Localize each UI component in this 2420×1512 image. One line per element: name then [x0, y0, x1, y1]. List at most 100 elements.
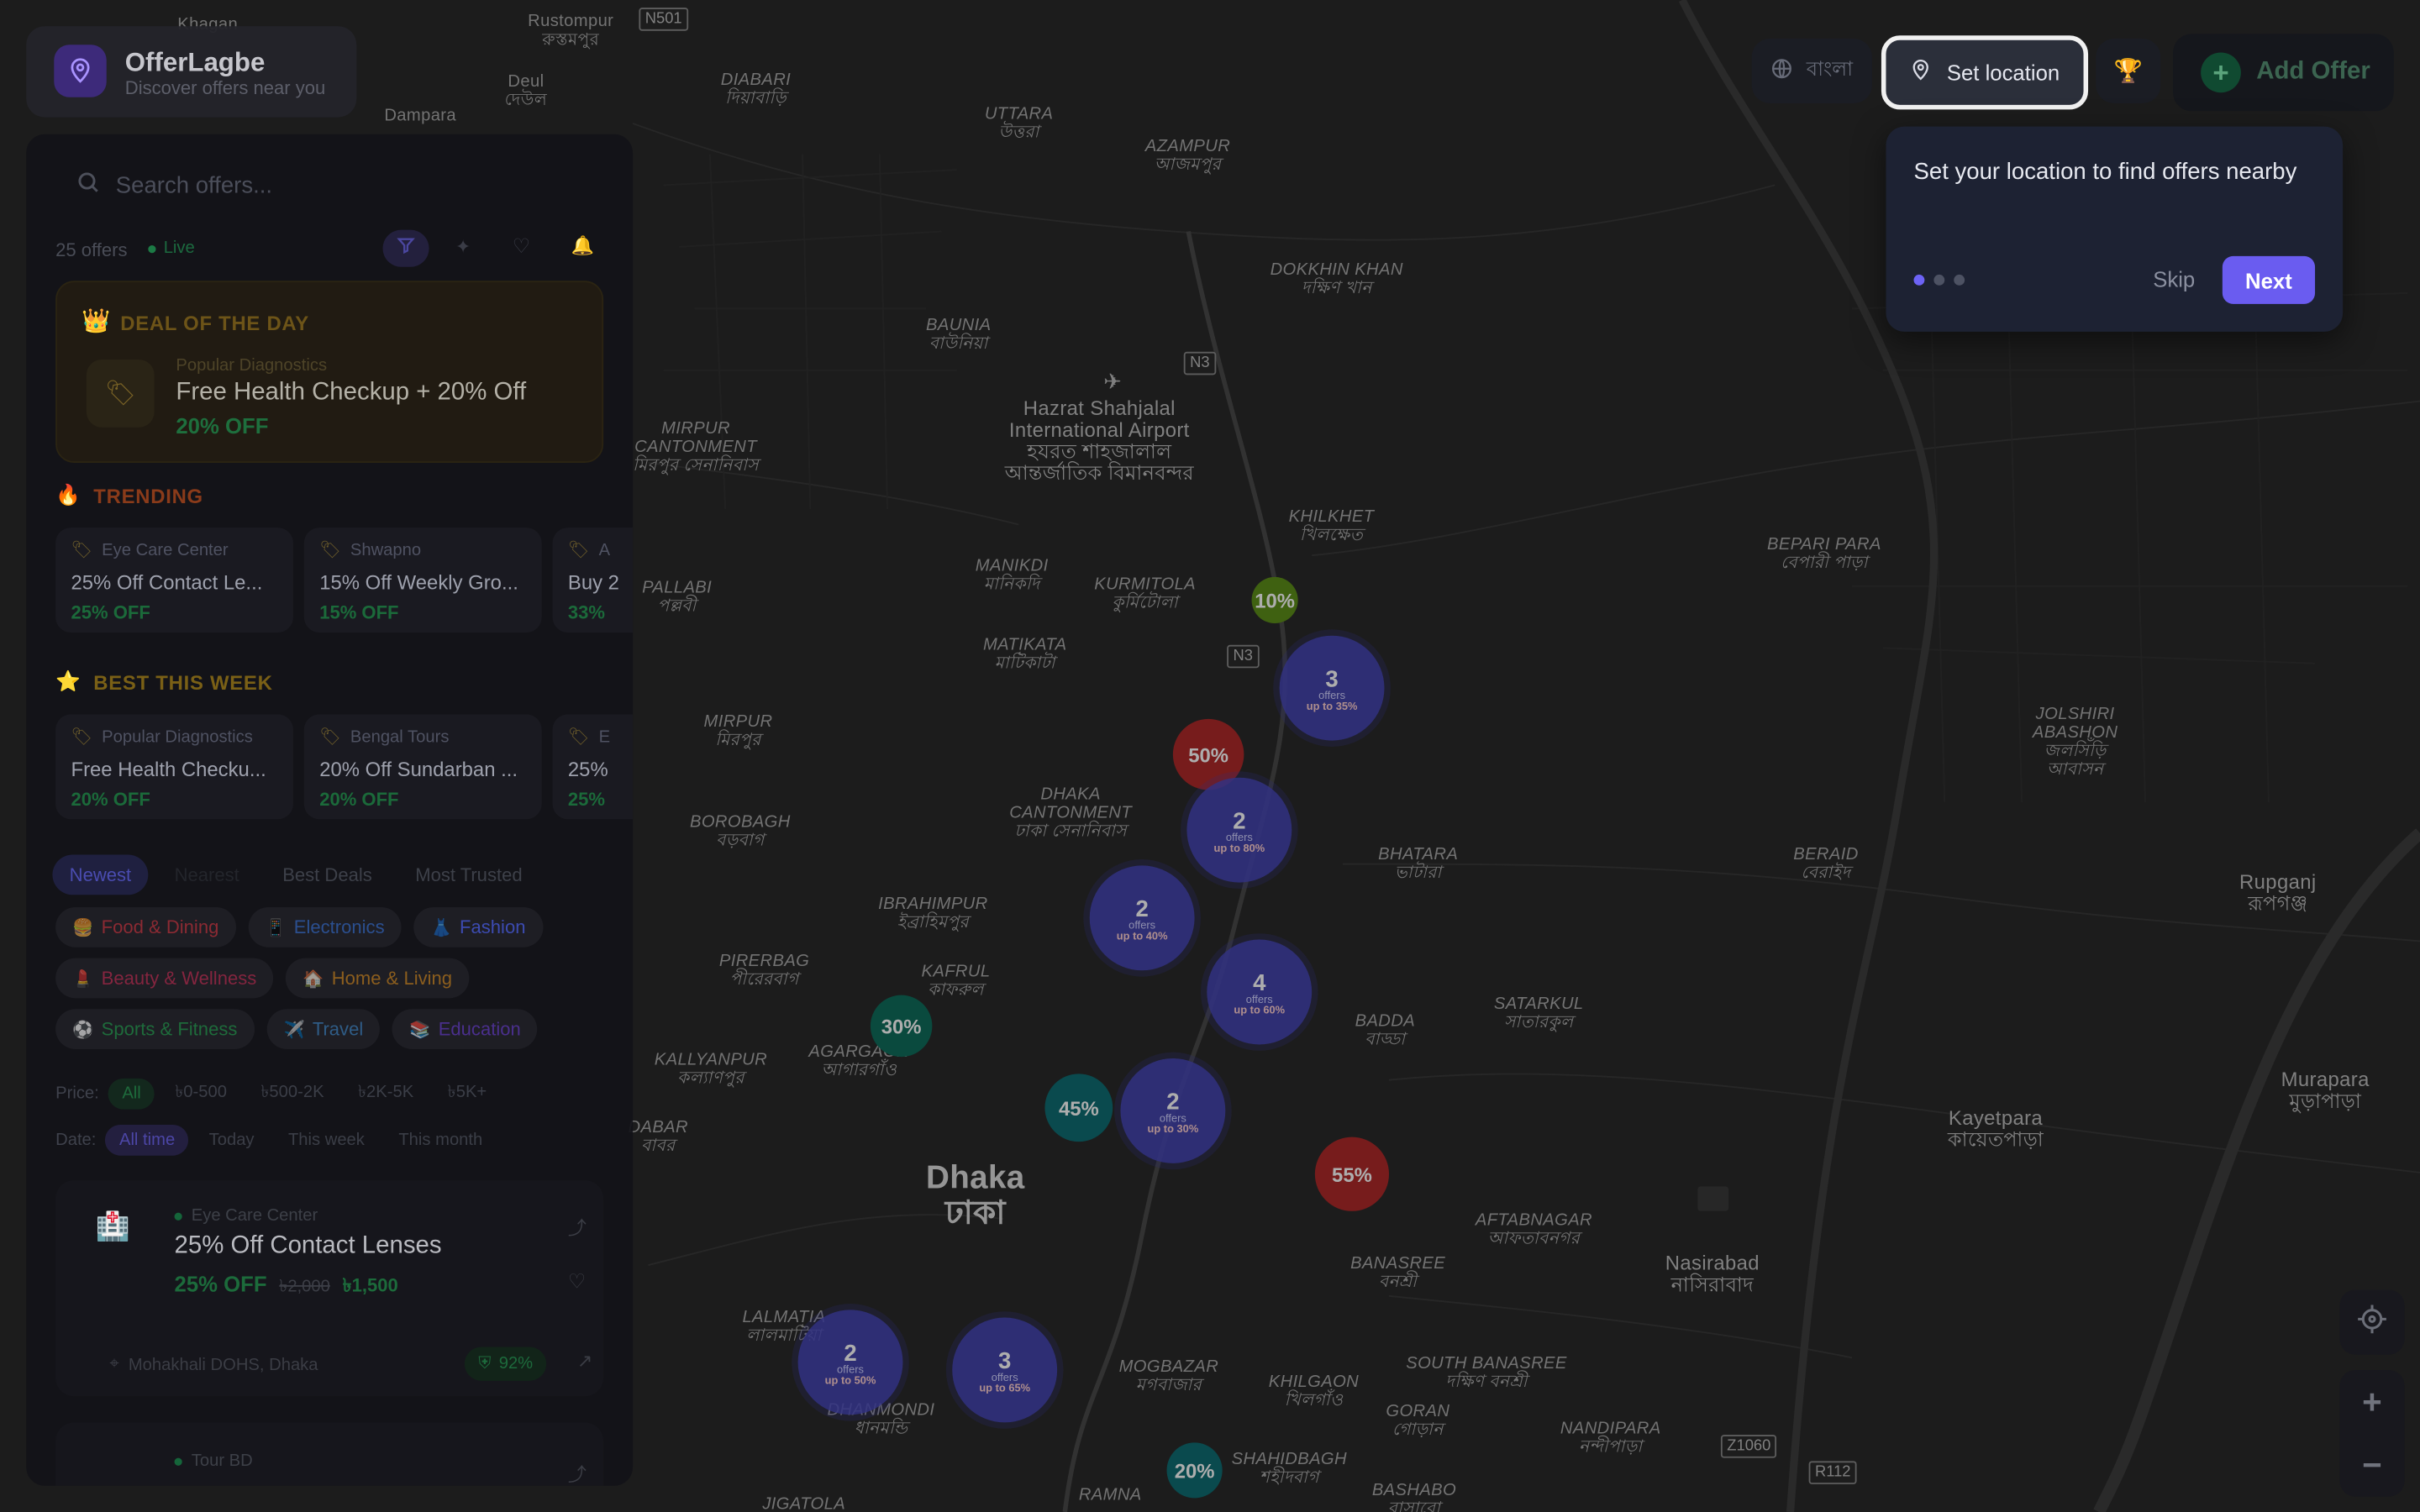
date-option-all-time[interactable]: All time	[105, 1124, 189, 1156]
mini-discount: 25% OFF	[71, 601, 150, 624]
tour-progress-dots	[1913, 274, 1965, 286]
category-chip-electronics[interactable]: 📱 Electronics	[248, 906, 402, 948]
offer-card-2[interactable]: Tour BD ⤴	[55, 1422, 604, 1486]
deal-title: Free Health Checkup + 20% Off	[176, 379, 527, 407]
star-icon: ⭐	[55, 669, 82, 693]
set-location-button[interactable]: Set location	[1881, 35, 2089, 110]
map-pin-icon: ⌖	[109, 1354, 119, 1373]
offer-price-row: 25% OFF ৳2,000 ৳1,500	[175, 1271, 398, 1304]
search-icon	[76, 169, 100, 202]
mini-offer-card[interactable]: 🏷 Eye Care Center 25% Off Contact Le... 25%…	[55, 528, 293, 633]
share-icon[interactable]: ⤴	[568, 1461, 587, 1486]
merchant-row: Eye Care Center	[174, 1206, 318, 1226]
deal-heading: DEAL OF THE DAY	[120, 312, 309, 335]
app-stage: Khagan Rustompur রুস্তমপুর Deul দেউল Dampara D…	[0, 0, 2420, 1512]
fashion-icon: 👗	[430, 918, 452, 937]
category-chip-sports-fitness[interactable]: ⚽ Sports & Fitness	[55, 1009, 255, 1049]
offer-old-price: ৳2,000	[279, 1277, 330, 1296]
sports-fitness-icon: ⚽	[72, 1020, 94, 1040]
mini-merchant-name: E	[598, 727, 611, 747]
category-chip-food-dining[interactable]: 🍔 Food & Dining	[55, 906, 236, 948]
deal-of-the-day-card[interactable]: 👑 DEAL OF THE DAY 🏷 Popular Diagnostics …	[55, 281, 604, 464]
travel-icon: ✈️	[283, 1020, 305, 1040]
price-option-all[interactable]: All	[108, 1077, 155, 1109]
verified-dot-icon	[174, 1457, 182, 1465]
category-chip-education[interactable]: 📚 Education	[392, 1009, 538, 1049]
heart-icon[interactable]: ♡	[513, 234, 530, 259]
price-option-1[interactable]: ৳0-500	[161, 1073, 241, 1115]
category-label: Electronics	[293, 916, 385, 938]
mini-offer-card[interactable]: 🏷 Bengal Tours 20% Off Sundarban ... 20% OF…	[303, 714, 542, 820]
tag-icon: 🏷	[71, 727, 93, 747]
tour-next-button[interactable]: Next	[2222, 255, 2316, 304]
mini-title: 25%	[567, 757, 608, 781]
offer-new-price: ৳1,500	[342, 1274, 398, 1296]
category-chip-fashion[interactable]: 👗 Fashion	[413, 906, 543, 948]
offer-merchant: Eye Care Center	[191, 1206, 318, 1226]
home-living-icon: 🏠	[302, 969, 324, 989]
date-option-this-week[interactable]: This week	[274, 1125, 378, 1156]
category-label: Education	[438, 1018, 521, 1040]
category-chip-home-living[interactable]: 🏠 Home & Living	[286, 958, 470, 999]
zoom-in-button[interactable]: +	[2339, 1370, 2404, 1433]
mini-discount: 15% OFF	[319, 601, 399, 624]
category-chip-beauty-wellness[interactable]: 💄 Beauty & Wellness	[55, 958, 274, 999]
mini-offer-card[interactable]: 🏷 E 25% 25%	[552, 714, 634, 820]
mini-merchant-name: Popular Diagnostics	[102, 727, 253, 747]
app-name: OfferLagbe	[124, 47, 266, 77]
price-option-4[interactable]: ৳5K+	[434, 1073, 501, 1115]
brand-card[interactable]: OfferLagbe Discover offers near you	[26, 26, 357, 118]
best-week-heading: ⭐ BEST THIS WEEK	[55, 669, 272, 694]
leaderboard-button[interactable]: 🏆	[2096, 38, 2161, 104]
set-location-label: Set location	[1946, 60, 2060, 86]
price-option-3[interactable]: ৳2K-5K	[344, 1073, 427, 1115]
bell-icon[interactable]: 🔔	[571, 234, 594, 256]
deal-merchant: Popular Diagnostics	[176, 356, 328, 375]
search-bar[interactable]: Search offers...	[48, 156, 611, 215]
live-label: Live	[163, 239, 195, 258]
mini-title: 20% Off Sundarban ...	[319, 757, 518, 781]
sort-tab-most-trusted[interactable]: Most Trusted	[398, 855, 539, 895]
mini-merchant: 🏷 A	[568, 540, 610, 560]
tour-dot	[1933, 274, 1945, 286]
language-toggle-button[interactable]: বাংলা	[1751, 38, 1872, 104]
offer-discount: 25% OFF	[174, 1271, 267, 1296]
category-chips: 🍔 Food & Dining 📱 Electronics 👗 Fashion 💄 Beaut…	[55, 906, 611, 1049]
mini-discount: 33%	[567, 601, 606, 624]
category-label: Home & Living	[331, 967, 453, 990]
sort-tab-nearest[interactable]: Nearest	[157, 855, 256, 895]
price-filter: Price: All ৳0-500 ৳500-2K ৳2K-5K ৳5K+	[55, 1073, 507, 1115]
sparkle-icon[interactable]: ✦	[455, 236, 471, 258]
price-option-2[interactable]: ৳500-2K	[247, 1073, 338, 1115]
zoom-out-button[interactable]: −	[2339, 1433, 2404, 1496]
category-chip-travel[interactable]: ✈️ Travel	[266, 1009, 381, 1049]
mini-discount: 20% OFF	[71, 788, 150, 811]
add-offer-button[interactable]: + Add Offer	[2173, 34, 2394, 112]
crown-icon: 👑	[82, 308, 111, 335]
mini-offer-card[interactable]: 🏷 A Buy 2 33%	[552, 528, 634, 633]
tour-message: Set your location to find offers nearby	[1913, 159, 2297, 186]
mini-offer-card[interactable]: 🏷 Shwapno 15% Off Weekly Gro... 15% OFF	[303, 528, 542, 633]
mini-merchant: 🏷 Bengal Tours	[319, 727, 449, 747]
external-link-icon[interactable]: ↗	[577, 1350, 592, 1372]
tour-dot	[1954, 274, 1965, 286]
favorite-heart-icon[interactable]: ♡	[568, 1270, 586, 1294]
filter-toggle-button[interactable]	[382, 229, 429, 267]
date-option-this-month[interactable]: This month	[385, 1125, 497, 1156]
trending-heading: 🔥 TRENDING	[55, 483, 203, 507]
mini-offer-card[interactable]: 🏷 Popular Diagnostics Free Health Checku..…	[55, 714, 293, 820]
sort-tab-best-deals[interactable]: Best Deals	[266, 855, 389, 895]
offer-merchant-2: Tour BD	[191, 1452, 253, 1471]
language-label: বাংলা	[1806, 56, 1854, 80]
mini-merchant-name: Bengal Tours	[350, 727, 450, 747]
electronics-icon: 📱	[265, 918, 287, 937]
offer-card[interactable]: 🏥 Eye Care Center 25% Off Contact Lenses…	[55, 1180, 604, 1397]
tag-icon: 🏷	[71, 541, 93, 560]
share-icon[interactable]: ⤴	[568, 1214, 587, 1240]
sort-tab-newest[interactable]: Newest	[52, 854, 149, 895]
date-option-today[interactable]: Today	[195, 1125, 268, 1156]
shield-check-icon: ⛨	[478, 1353, 492, 1373]
search-input[interactable]: Search offers...	[116, 172, 272, 198]
locate-me-button[interactable]	[2339, 1289, 2405, 1355]
tour-skip-button[interactable]: Skip	[2153, 267, 2195, 291]
